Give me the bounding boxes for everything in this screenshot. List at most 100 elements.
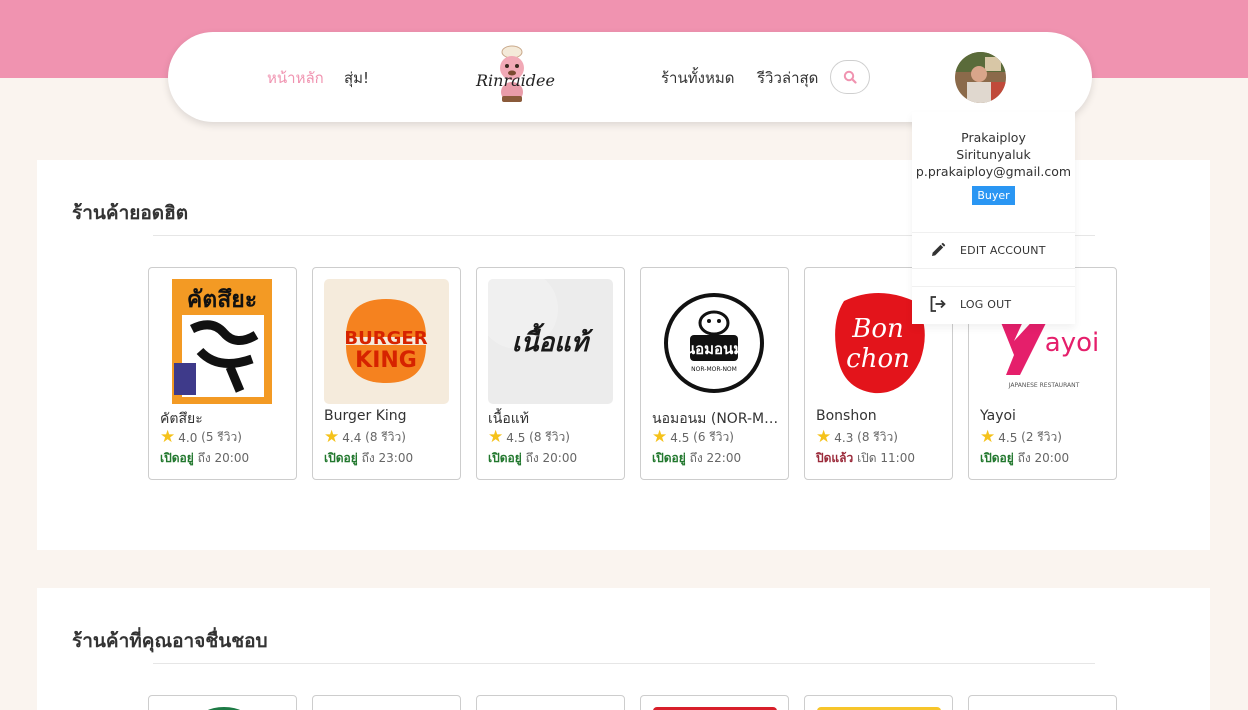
logout-icon (930, 296, 946, 312)
shop-card[interactable] (640, 695, 789, 710)
recommended-shops-section: ร้านค้าที่คุณอาจชื่นชอบ (37, 588, 1210, 710)
open-status: เปิดอยู่ (652, 451, 686, 465)
section-title: ร้านค้าที่คุณอาจชื่นชอบ (72, 630, 268, 652)
shop-rating: ★ 4.0 (5 รีวิว) (160, 428, 242, 447)
nav-latest-reviews-link[interactable]: รีวิวล่าสุด (757, 66, 818, 90)
user-last-name: Siritunyaluk (956, 147, 1031, 162)
review-count: (6 รีวิว) (693, 430, 734, 444)
edit-account-label: EDIT ACCOUNT (960, 243, 1046, 257)
rating-value: 4.5 (998, 430, 1018, 445)
logo-text: Rinraidee (475, 71, 555, 90)
logo-title-text: คัตสึยะ (187, 287, 257, 313)
logo-subtext: JAPANESE RESTAURANT (1008, 382, 1080, 389)
rating-value: 4.3 (834, 430, 854, 445)
shop-image: คัตสึยะ (160, 279, 285, 404)
shop-card[interactable]: นอมอนม NOR-MOR-NOM นอมอนม (NOR-MOR-NOM) … (640, 267, 789, 480)
shop-logo-burger-king: BURGER KING (324, 279, 449, 404)
search-icon (843, 70, 857, 84)
shop-rating: ★ 4.5 (6 รีวิว) (652, 428, 734, 447)
shop-card[interactable] (312, 695, 461, 710)
nav-home-link[interactable]: หน้าหลัก (267, 66, 324, 90)
user-first-name: Prakaiploy (961, 130, 1026, 145)
shop-name: เนื้อแท้ (488, 411, 530, 427)
shop-logo-nuea-tae: เนื้อแท้ (488, 279, 613, 404)
shop-rating: ★ 4.5 (2 รีวิว) (980, 428, 1062, 447)
star-icon: ★ (816, 427, 832, 447)
user-email: p.prakaiploy@gmail.com (915, 164, 1072, 179)
shop-card[interactable] (148, 695, 297, 710)
logo-text: ayoi (1045, 328, 1099, 358)
shop-hours: เปิดอยู่ ถึง 20:00 (980, 449, 1069, 468)
shop-name: Bonshon (816, 408, 877, 424)
user-avatar[interactable] (955, 52, 1006, 103)
rating-value: 4.5 (506, 430, 526, 445)
open-status: เปิดอยู่ (488, 451, 522, 465)
shop-image: นอมอนม NOR-MOR-NOM (652, 279, 777, 404)
closed-status: ปิดแล้ว (816, 451, 854, 465)
menu-divider (912, 268, 1075, 269)
shop-name: Yayoi (980, 408, 1016, 424)
review-count: (8 รีวิว) (857, 430, 898, 444)
open-status: เปิดอยู่ (160, 451, 194, 465)
logout-label: LOG OUT (960, 297, 1012, 311)
navbar: หน้าหลัก สุ่ม! Rinraidee ร้านทั้งหมด รีว… (168, 32, 1092, 122)
open-status: เปิดอยู่ (980, 451, 1014, 465)
review-count: (8 รีวิว) (529, 430, 570, 444)
shop-card[interactable]: คัตสึยะ คัตสึยะ ★ 4.0 (5 รีวิว) เปิดอยู่… (148, 267, 297, 480)
shop-name: Burger King (324, 408, 407, 424)
search-button[interactable] (830, 60, 870, 94)
shop-image: BURGER KING (324, 279, 449, 404)
shop-name: คัตสึยะ (160, 411, 203, 427)
logo-mascot-icon: Rinraidee (475, 45, 555, 102)
pencil-icon (932, 242, 946, 256)
rating-value: 4.0 (178, 430, 198, 445)
hours-text: ถึง 20:00 (197, 451, 250, 465)
shop-card[interactable]: BURGER KING Burger King ★ 4.4 (8 รีวิว) … (312, 267, 461, 480)
star-icon: ★ (160, 427, 176, 447)
shop-name: นอมอนม (NOR-MOR-NOM) (652, 411, 780, 427)
logo-text-line1: BURGER (344, 328, 427, 349)
shop-card[interactable]: เนื้อแท้ เนื้อแท้ ★ 4.5 (8 รีวิว) เปิดอย… (476, 267, 625, 480)
section-divider (153, 663, 1095, 664)
star-icon: ★ (324, 427, 340, 447)
role-badge: Buyer (972, 186, 1015, 205)
logo-text: เนื้อแท้ (512, 322, 594, 358)
nav-random-link[interactable]: สุ่ม! (344, 66, 369, 90)
review-count: (2 รีวิว) (1021, 430, 1062, 444)
shop-rating: ★ 4.4 (8 รีวิว) (324, 428, 406, 447)
hours-text: ถึง 22:00 (689, 451, 742, 465)
logo-text: นอมอนม (685, 340, 743, 358)
hours-text: ถึง 20:00 (1017, 451, 1070, 465)
shop-hours: ปิดแล้ว เปิด 11:00 (816, 449, 915, 468)
avatar-photo (955, 52, 1006, 103)
review-count: (5 รีวิว) (201, 430, 242, 444)
nav-all-shops-link[interactable]: ร้านทั้งหมด (661, 66, 734, 90)
logo-text-line2: KING (355, 348, 417, 373)
review-count: (8 รีวิว) (365, 430, 406, 444)
star-icon: ★ (488, 427, 504, 447)
rating-value: 4.4 (342, 430, 362, 445)
rating-value: 4.5 (670, 430, 690, 445)
section-title: ร้านค้ายอดฮิต (72, 202, 189, 224)
shop-card[interactable] (968, 695, 1117, 710)
shop-hours: เปิดอยู่ ถึง 20:00 (488, 449, 577, 468)
shop-hours: เปิดอยู่ ถึง 23:00 (324, 449, 413, 468)
logo-text-line2: chon (846, 344, 910, 374)
site-logo[interactable]: Rinraidee (474, 44, 558, 108)
hours-text: เปิด 11:00 (857, 451, 915, 465)
shop-hours: เปิดอยู่ ถึง 20:00 (160, 449, 249, 468)
shop-card[interactable] (476, 695, 625, 710)
edit-account-menu-item[interactable]: EDIT ACCOUNT (912, 233, 1075, 267)
shop-logo-katsuya: คัตสึยะ (160, 279, 285, 404)
shop-rating: ★ 4.5 (8 รีวิว) (488, 428, 570, 447)
open-status: เปิดอยู่ (324, 451, 358, 465)
shop-hours: เปิดอยู่ ถึง 22:00 (652, 449, 741, 468)
star-icon: ★ (980, 427, 996, 447)
star-icon: ★ (652, 427, 668, 447)
shop-card[interactable] (804, 695, 953, 710)
logout-menu-item[interactable]: LOG OUT (912, 287, 1075, 321)
shop-image: เนื้อแท้ (488, 279, 613, 404)
logo-subtext: NOR-MOR-NOM (691, 366, 737, 373)
shop-logo-nor-mor-nom: นอมอนม NOR-MOR-NOM (652, 279, 777, 404)
shop-rating: ★ 4.3 (8 รีวิว) (816, 428, 898, 447)
